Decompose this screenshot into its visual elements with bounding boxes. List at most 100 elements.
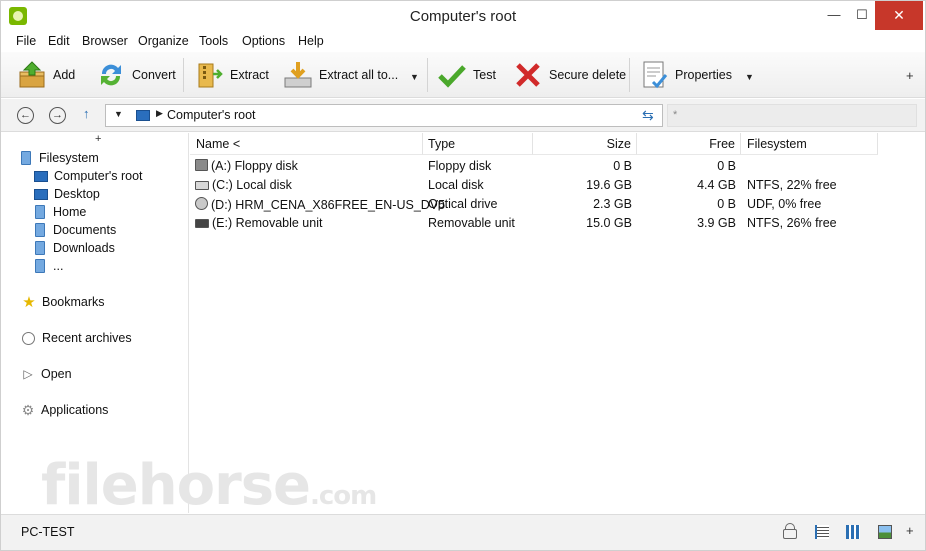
sidebar-item-home[interactable]: Home <box>35 203 86 221</box>
folder-icon <box>35 223 45 237</box>
star-icon: ★ <box>22 294 36 311</box>
column-header-free[interactable]: Free <box>637 133 741 155</box>
sidebar-item-label: Open <box>41 367 72 381</box>
menu-file[interactable]: File <box>16 34 36 48</box>
sidebar-item-computers-root[interactable]: Computer's root <box>34 167 143 185</box>
extract-all-label: Extract all to... <box>319 68 399 82</box>
path-field[interactable]: ▼ ▶ Computer's root ⇆ <box>105 104 663 127</box>
menu-help[interactable]: Help <box>298 34 324 48</box>
file-free-cell: 0 B <box>717 197 736 211</box>
test-button[interactable]: Test <box>437 58 496 92</box>
extract-button[interactable]: Extract <box>194 58 269 92</box>
open-arrow-icon: ▷ <box>23 367 33 381</box>
app-window: Computer's root — ☐ ✕ File Edit Browser … <box>0 0 926 551</box>
path-text: Computer's root <box>167 108 256 122</box>
minimize-button[interactable]: — <box>819 1 849 30</box>
sidebar-item-filesystem[interactable]: Filesystem <box>21 149 99 167</box>
computer-icon <box>34 170 48 182</box>
file-name-cell: (E:) Removable unit <box>195 216 322 230</box>
sidebar-item-downloads[interactable]: Downloads <box>35 239 115 257</box>
add-button[interactable]: Add <box>17 58 75 92</box>
file-size-cell: 15.0 GB <box>586 216 632 230</box>
sidebar-item-label: Home <box>53 205 87 219</box>
sidebar-item-open[interactable]: ▷ Open <box>21 365 72 383</box>
properties-button[interactable]: Properties <box>639 58 732 92</box>
extract-label: Extract <box>230 68 269 82</box>
file-filesystem-cell: NTFS, 22% free <box>747 178 837 192</box>
sidebar-item-bookmarks[interactable]: ★ Bookmarks <box>21 293 105 311</box>
lock-icon[interactable] <box>783 523 797 539</box>
back-button[interactable]: ← <box>17 107 34 124</box>
refresh-icon[interactable]: ⇆ <box>642 107 654 124</box>
menu-organize[interactable]: Organize <box>138 34 189 48</box>
list-view-icon[interactable] <box>815 525 829 539</box>
column-header-type[interactable]: Type <box>423 133 533 155</box>
properties-dropdown-icon[interactable]: ▼ <box>745 72 754 82</box>
convert-icon <box>96 60 126 90</box>
properties-icon <box>639 60 669 90</box>
watermark-text: filehorse <box>41 453 311 518</box>
delete-x-icon <box>513 60 543 90</box>
toolbar-more-button[interactable]: + <box>906 68 914 83</box>
desktop-icon <box>34 188 48 200</box>
sidebar-item-label: Bookmarks <box>42 295 105 309</box>
file-name-cell: (A:) Floppy disk <box>195 159 298 173</box>
sidebar-item-label: Downloads <box>53 241 115 255</box>
menu-browser[interactable]: Browser <box>82 34 128 48</box>
maximize-button[interactable]: ☐ <box>847 1 877 30</box>
file-name: (E:) Removable unit <box>212 216 323 230</box>
sidebar-item-documents[interactable]: Documents <box>35 221 116 239</box>
extract-all-dropdown-icon[interactable]: ▼ <box>410 72 419 82</box>
sidebar-item-desktop[interactable]: Desktop <box>34 185 100 203</box>
status-bar: PC-TEST + <box>1 514 925 550</box>
sidebar-item-more[interactable]: ... <box>35 257 63 275</box>
sidebar-item-applications[interactable]: ⚙ Applications <box>21 401 109 419</box>
filter-input[interactable]: * <box>667 104 917 127</box>
menu-tools[interactable]: Tools <box>199 34 228 48</box>
test-label: Test <box>473 68 496 82</box>
folder-icon <box>21 151 31 165</box>
file-name: (C:) Local disk <box>212 178 292 192</box>
file-type-cell: Local disk <box>428 178 484 192</box>
sidebar-expand-button[interactable]: + <box>95 133 101 145</box>
sidebar-item-recent-archives[interactable]: Recent archives <box>21 329 132 347</box>
file-type-cell: Removable unit <box>428 216 515 230</box>
thumbnail-view-icon[interactable] <box>878 525 892 539</box>
close-button[interactable]: ✕ <box>875 1 923 30</box>
extract-icon <box>194 60 224 90</box>
file-free-cell: 4.4 GB <box>697 178 736 192</box>
menu-options[interactable]: Options <box>242 34 285 48</box>
column-header-filesystem[interactable]: Filesystem <box>741 133 878 155</box>
path-chevron-icon[interactable]: ▶ <box>156 108 163 119</box>
menu-bar: File Edit Browser Organize Tools Options… <box>1 31 925 52</box>
file-size-cell: 2.3 GB <box>593 197 632 211</box>
forward-button[interactable]: → <box>49 107 66 124</box>
secure-delete-button[interactable]: Secure delete <box>513 58 626 92</box>
file-type-cell: Optical drive <box>428 197 498 211</box>
computer-icon <box>136 110 150 121</box>
convert-button[interactable]: Convert <box>96 58 176 92</box>
removable-drive-icon <box>195 219 209 228</box>
file-name: (A:) Floppy disk <box>211 159 298 173</box>
menu-edit[interactable]: Edit <box>48 34 70 48</box>
toolbar-separator <box>629 58 630 92</box>
path-history-dropdown-icon[interactable]: ▼ <box>114 109 123 119</box>
up-arrow-icon[interactable]: ↑ <box>83 106 90 121</box>
file-size-cell: 19.6 GB <box>586 178 632 192</box>
file-filesystem-cell: NTFS, 26% free <box>747 216 837 230</box>
add-label: Add <box>53 68 76 82</box>
column-header-name[interactable]: Name < <box>190 133 423 155</box>
filter-placeholder: * <box>673 109 678 121</box>
status-more-button[interactable]: + <box>906 523 914 538</box>
clock-icon <box>22 331 35 345</box>
sidebar-item-label: Filesystem <box>39 151 99 165</box>
file-size-cell: 0 B <box>613 159 632 173</box>
extract-all-button[interactable]: Extract all to... <box>283 58 398 92</box>
column-header-size[interactable]: Size <box>533 133 637 155</box>
detail-view-icon[interactable] <box>846 525 860 539</box>
folder-icon <box>35 205 45 219</box>
folder-icon <box>35 241 45 255</box>
sidebar-item-label: Desktop <box>54 187 100 201</box>
gear-icon: ⚙ <box>21 401 35 418</box>
file-free-cell: 3.9 GB <box>697 216 736 230</box>
